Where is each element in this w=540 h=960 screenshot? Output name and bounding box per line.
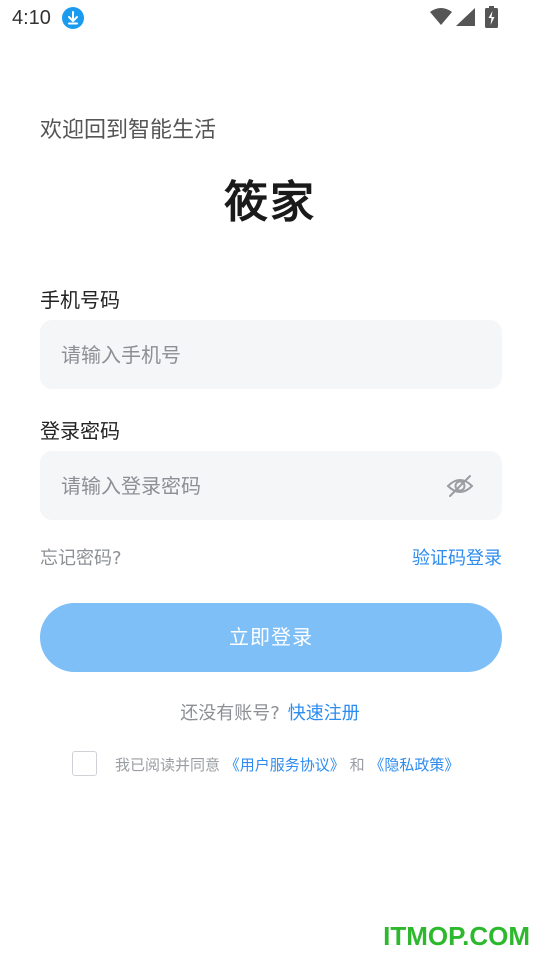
privacy-policy-link[interactable]: 《隐私政策》 (369, 756, 459, 774)
password-input[interactable] (61, 451, 441, 520)
agreement-checkbox[interactable] (72, 751, 97, 776)
sms-login-link[interactable]: 验证码登录 (412, 544, 502, 570)
download-icon (62, 7, 84, 29)
phone-field[interactable] (40, 320, 502, 389)
register-link[interactable]: 快速注册 (288, 703, 360, 724)
battery-icon (485, 6, 498, 32)
password-field[interactable] (40, 451, 502, 520)
watermark: ITMOP.COM (383, 921, 530, 951)
agreement-text: 我已阅读并同意 《用户服务协议》 和 《隐私政策》 (115, 754, 459, 775)
forgot-password-link[interactable]: 忘记密码? (40, 544, 122, 570)
app-title: 筱家 (224, 177, 316, 228)
user-agreement-link[interactable]: 《用户服务协议》 (225, 756, 345, 774)
phone-label: 手机号码 (40, 288, 120, 312)
login-button[interactable]: 立即登录 (40, 603, 502, 672)
phone-input[interactable] (61, 320, 441, 389)
register-row: 还没有账号? 快速注册 (0, 699, 540, 725)
status-time: 4:10 (12, 7, 51, 29)
agreement-prefix: 我已阅读并同意 (115, 756, 221, 774)
welcome-text: 欢迎回到智能生活 (40, 118, 217, 143)
password-label: 登录密码 (40, 419, 120, 443)
agreement-and: 和 (349, 756, 365, 774)
wifi-icon (430, 8, 452, 30)
status-bar: 4:10 (0, 0, 540, 36)
register-prompt: 还没有账号? (180, 703, 280, 724)
eye-off-icon[interactable] (446, 473, 474, 503)
signal-icon (456, 8, 476, 30)
